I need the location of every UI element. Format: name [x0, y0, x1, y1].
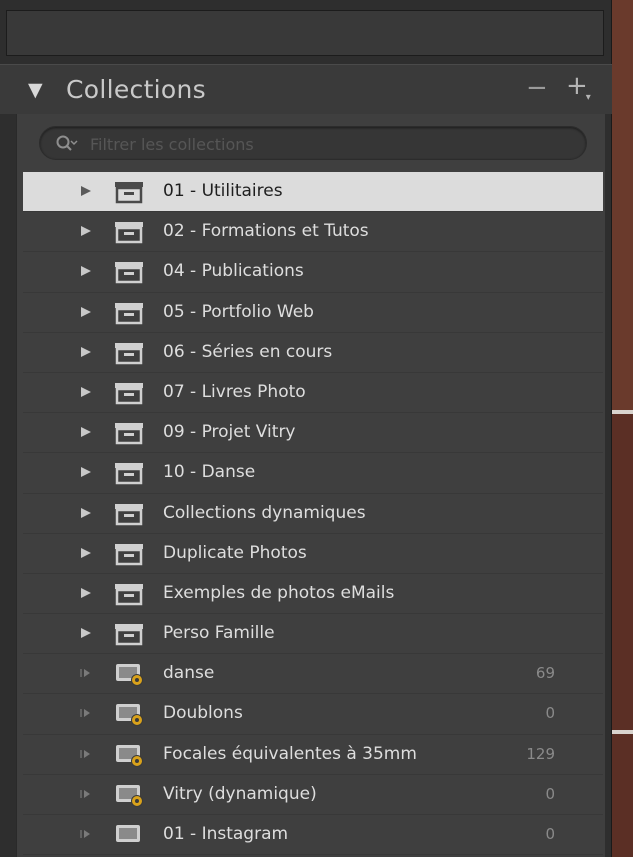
- collection-row[interactable]: danse 69: [23, 654, 603, 695]
- collection-label: danse: [163, 663, 215, 684]
- collection-set-icon: [115, 463, 143, 485]
- collection-label: 04 - Publications: [163, 261, 304, 282]
- collection-row[interactable]: Focales équivalentes à 35mm 129: [23, 735, 603, 775]
- collapsed-arrow-icon: [80, 709, 90, 718]
- filmstrip-edge: [612, 0, 633, 857]
- collection-row[interactable]: 01 - Instagram 0: [23, 815, 603, 856]
- collapsed-arrow-icon: [80, 830, 90, 838]
- collection-set-icon: [115, 624, 143, 646]
- expand-arrow-icon[interactable]: [79, 345, 93, 359]
- collection-label: Perso Famille: [163, 623, 275, 644]
- smart-collection-icon: [116, 664, 143, 687]
- collection-label: 01 - Utilitaires: [163, 181, 283, 201]
- collection-count: 0: [545, 784, 555, 803]
- collection-label: Collections dynamiques: [163, 502, 366, 523]
- collection-label: Vitry (dynamique): [163, 783, 317, 804]
- collections-panel-header[interactable]: ▼ Collections − +▾: [0, 64, 612, 114]
- collection-row[interactable]: 09 - Projet Vitry: [23, 413, 603, 454]
- collection-row[interactable]: 04 - Publications: [23, 252, 603, 293]
- smart-collection-icon: [116, 704, 143, 727]
- collection-set-icon: [115, 302, 143, 324]
- collection-row[interactable]: 05 - Portfolio Web: [23, 293, 603, 333]
- panel-title: Collections: [66, 75, 206, 104]
- collection-row[interactable]: Doublons 0: [23, 694, 603, 735]
- collection-set-icon: [115, 222, 143, 244]
- collection-label: 09 - Projet Vitry: [163, 422, 296, 443]
- add-collection-button[interactable]: +▾: [566, 71, 591, 103]
- collection-count: 129: [526, 744, 555, 763]
- collection-label: 07 - Livres Photo: [163, 381, 306, 402]
- collections-search-box[interactable]: [39, 126, 587, 160]
- collection-set-icon: [115, 543, 143, 565]
- search-input[interactable]: [88, 131, 572, 157]
- collapsed-arrow-icon: [80, 789, 90, 798]
- collection-set-icon: [115, 262, 143, 284]
- collapse-triangle-icon[interactable]: ▼: [28, 79, 43, 101]
- expand-arrow-icon[interactable]: [79, 264, 93, 278]
- plus-dropdown-icon: ▾: [585, 92, 591, 103]
- collection-row[interactable]: Exemples de photos eMails: [23, 574, 603, 615]
- expand-arrow-icon[interactable]: [79, 305, 93, 319]
- expand-arrow-icon[interactable]: [79, 184, 93, 198]
- collection-set-icon: [115, 342, 143, 364]
- collection-set-icon: [115, 182, 143, 204]
- expand-arrow-icon[interactable]: [79, 626, 93, 640]
- expand-arrow-icon[interactable]: [79, 546, 93, 560]
- collection-label: Focales équivalentes à 35mm: [163, 743, 417, 764]
- collection-label: 02 - Formations et Tutos: [163, 221, 369, 242]
- collection-count: 0: [545, 825, 555, 843]
- collections-list: 01 - Utilitaires 02 - Formations et Tutos…: [23, 172, 603, 856]
- collection-label: Exemples de photos eMails: [163, 582, 395, 603]
- lightroom-window: ▼ Collections − +▾ 01 - Utilitaires 02 - …: [0, 0, 633, 857]
- collection-label: Duplicate Photos: [163, 542, 307, 563]
- collection-label: 06 - Séries en cours: [163, 341, 333, 362]
- collection-row[interactable]: Collections dynamiques: [23, 494, 603, 534]
- expand-arrow-icon[interactable]: [79, 425, 93, 439]
- thumbnail-separator: [612, 730, 633, 734]
- expand-arrow-icon[interactable]: [79, 385, 93, 399]
- plus-icon: +: [566, 71, 588, 101]
- thumbnail-separator: [612, 410, 633, 414]
- remove-collection-button[interactable]: −: [526, 73, 548, 103]
- smart-collection-icon: [116, 784, 143, 807]
- collection-label: 10 - Danse: [163, 462, 256, 483]
- collection-label: Doublons: [163, 703, 243, 724]
- collection-row[interactable]: Perso Famille: [23, 614, 603, 655]
- thumbnail: [612, 0, 633, 410]
- expand-arrow-icon[interactable]: [79, 224, 93, 238]
- previous-panel-section: [6, 10, 604, 56]
- collection-row[interactable]: 01 - Utilitaires: [23, 172, 603, 213]
- expand-arrow-icon[interactable]: [79, 465, 93, 479]
- collapsed-arrow-icon: [80, 669, 90, 678]
- collection-count: 69: [535, 664, 555, 683]
- collection-icon: [116, 825, 140, 842]
- collection-count: 0: [545, 704, 555, 723]
- search-icon[interactable]: [54, 133, 78, 153]
- expand-arrow-icon[interactable]: [79, 586, 93, 600]
- collection-label: 05 - Portfolio Web: [163, 301, 314, 322]
- expand-arrow-icon[interactable]: [79, 506, 93, 520]
- collection-set-icon: [115, 382, 143, 405]
- collection-set-icon: [115, 503, 143, 525]
- collection-row[interactable]: Vitry (dynamique) 0: [23, 775, 603, 815]
- collapsed-arrow-icon: [80, 749, 90, 758]
- collection-row[interactable]: 07 - Livres Photo: [23, 373, 603, 414]
- collection-row[interactable]: 10 - Danse: [23, 453, 603, 494]
- smart-collection-icon: [116, 744, 143, 767]
- collection-label: 01 - Instagram: [163, 824, 289, 844]
- collection-row[interactable]: 06 - Séries en cours: [23, 333, 603, 373]
- left-panel: ▼ Collections − +▾ 01 - Utilitaires 02 - …: [0, 0, 612, 857]
- collection-set-icon: [115, 583, 143, 606]
- collection-row[interactable]: Duplicate Photos: [23, 534, 603, 574]
- collection-set-icon: [115, 423, 143, 445]
- collections-panel-body: 01 - Utilitaires 02 - Formations et Tutos…: [16, 114, 605, 857]
- collection-row[interactable]: 02 - Formations et Tutos: [23, 212, 603, 253]
